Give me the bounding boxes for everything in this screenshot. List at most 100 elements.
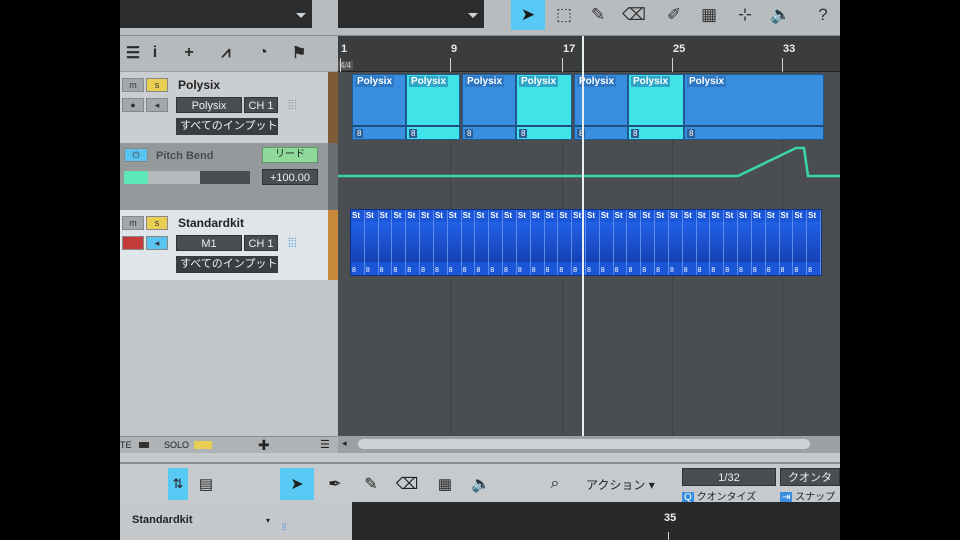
automation-power-icon[interactable]: ⏻ — [124, 148, 148, 162]
scrollbar-thumb[interactable] — [358, 439, 810, 449]
instrument-field[interactable]: M1 — [176, 235, 242, 251]
track-standardkit[interactable]: m s Standardkit ◂ M1 CH 1 ⦙⦙⦙ すべてのインプット — [120, 210, 338, 280]
drum-pattern-cell[interactable]: St 8 — [351, 210, 365, 275]
speaker-tool-icon[interactable]: 🔈 — [764, 0, 798, 30]
drum-pattern-cell[interactable]: St 8 — [793, 210, 808, 275]
drum-pattern-cell[interactable]: St 8 — [724, 210, 739, 275]
top-dropdown-right[interactable] — [338, 0, 484, 28]
mute-tool-icon[interactable]: ▦ — [692, 0, 726, 30]
drum-pattern-cell[interactable]: St 8 — [710, 210, 725, 275]
top-dropdown-left[interactable] — [120, 0, 312, 28]
drum-pattern-cell[interactable]: St 8 — [544, 210, 559, 275]
drum-pattern-cell[interactable]: St 8 — [433, 210, 448, 275]
drum-clip[interactable]: St 8 St 8 St 8 St 8 St 8 St 8 St 8 St 8 St 8 St 8 St 8 St 8 St 8 S… — [350, 209, 822, 276]
track-name[interactable]: Standardkit — [178, 216, 244, 230]
input-select[interactable]: すべてのインプット — [176, 256, 278, 273]
quantize-header[interactable]: クオンタ — [780, 468, 840, 486]
drum-pattern-cell[interactable]: St 8 — [779, 210, 794, 275]
drum-pattern-cell[interactable]: St 8 — [668, 210, 683, 275]
midi-clip[interactable]: Polysix 8 — [406, 74, 461, 140]
snap-button[interactable]: ⇥ スナップ — [780, 488, 835, 503]
monitor-button[interactable]: ◂ — [146, 236, 168, 250]
drum-pattern-cell[interactable]: St 8 — [738, 210, 752, 275]
drum-pattern-cell[interactable]: St 8 — [807, 210, 821, 275]
drum-pattern-cell[interactable]: St 8 — [558, 210, 573, 275]
drum-pattern-cell[interactable]: St 8 — [447, 210, 462, 275]
drum-pattern-cell[interactable]: St 8 — [627, 210, 642, 275]
instrument-field[interactable]: Polysix — [176, 97, 242, 113]
pencil-tool-icon[interactable]: ✎ — [581, 0, 615, 30]
drum-pattern-cell[interactable]: St 8 — [489, 210, 504, 275]
midi-clip[interactable]: Polysix 8 — [352, 74, 407, 140]
drum-pattern-cell[interactable]: St 8 — [364, 210, 379, 275]
scroll-left-icon[interactable]: ◂ — [342, 438, 347, 449]
eraser-tool-icon[interactable]: ⌫ — [392, 468, 422, 500]
drum-pattern-cell[interactable]: St 8 — [406, 210, 421, 275]
menu-icon[interactable]: ☰ — [320, 438, 330, 451]
global-mute-label[interactable]: TE — [120, 440, 132, 450]
timeline-ruler[interactable]: 4/4 1 9 17 25 33 — [338, 36, 840, 72]
split-tool-icon[interactable]: ⊹ — [728, 0, 762, 30]
track-polysix[interactable]: m s Polysix ● ◂ Polysix CH 1 ⦙⦙⦙ すべてのインプ… — [120, 72, 338, 143]
eraser-tool-icon[interactable]: ⌫ — [617, 0, 651, 30]
channel-field[interactable]: CH 1 — [244, 97, 278, 113]
automation-lane-header[interactable]: ⏻ Pitch Bend リード +100.00 — [120, 143, 338, 210]
clock-icon[interactable]: ◔ — [250, 40, 276, 66]
drum-pattern-cell[interactable]: St 8 — [655, 210, 669, 275]
speaker-tool-icon[interactable]: 🔈 — [466, 468, 496, 500]
drum-pattern-cell[interactable]: St 8 — [682, 210, 697, 275]
paint-tool-icon[interactable]: ✐ — [657, 0, 691, 30]
mute-button[interactable]: m — [122, 216, 144, 230]
grid-view-icon[interactable]: ▤ — [194, 468, 218, 500]
editor-ruler[interactable]: 35 — [352, 502, 840, 540]
drum-pattern-cell[interactable]: St 8 — [420, 210, 434, 275]
drum-pattern-cell[interactable]: St 8 — [696, 210, 711, 275]
pen-tool-icon[interactable]: ✒ — [320, 468, 350, 500]
input-select[interactable]: すべてのインプット — [176, 118, 278, 135]
action-menu[interactable]: アクション ▾ — [586, 476, 655, 493]
quantize-value[interactable]: 1/32 — [682, 468, 776, 486]
editor-track-select[interactable]: Standardkit — [132, 514, 193, 526]
range-tool-icon[interactable]: ⬚ — [547, 0, 581, 30]
arrow-tool-icon[interactable]: ➤ — [511, 0, 545, 30]
quantize-button[interactable]: Q クオンタイズ — [682, 488, 756, 503]
drum-pattern-cell[interactable]: St 8 — [613, 210, 628, 275]
drum-pattern-cell[interactable]: St 8 — [751, 210, 766, 275]
playhead[interactable] — [582, 36, 584, 436]
midi-clip[interactable]: Polysix 8 — [684, 74, 825, 140]
sort-icon[interactable]: ⇅ — [168, 468, 188, 500]
info-icon[interactable]: i — [142, 40, 168, 66]
channel-field[interactable]: CH 1 — [244, 235, 278, 251]
midi-clip[interactable]: Polysix 8 — [462, 74, 517, 140]
drum-pattern-cell[interactable]: St 8 — [378, 210, 393, 275]
automation-mode-button[interactable]: リード — [262, 147, 318, 163]
automation-icon[interactable]: ⩘ — [213, 40, 239, 66]
arrange-area[interactable]: Polysix 8 Polysix 8 Polysix 8 Polysix 8 … — [338, 72, 840, 436]
drum-pattern-cell[interactable]: St 8 — [461, 210, 476, 275]
add-icon[interactable]: + — [176, 40, 202, 66]
midi-clip[interactable]: Polysix 8 — [628, 74, 685, 140]
move-icon[interactable]: ✚ — [258, 437, 270, 454]
drum-pattern-cell[interactable]: St 8 — [765, 210, 780, 275]
drum-pattern-cell[interactable]: St 8 — [475, 210, 490, 275]
dropdown-arrow-icon[interactable]: ▾ — [266, 516, 270, 525]
midi-clip[interactable]: Polysix 8 — [516, 74, 573, 140]
help-icon[interactable]: ? — [806, 0, 840, 30]
drum-pattern-cell[interactable]: St 8 — [586, 210, 600, 275]
drum-pattern-cell[interactable]: St 8 — [530, 210, 545, 275]
drum-pattern-cell[interactable]: St 8 — [392, 210, 407, 275]
pitch-bend-curve[interactable] — [338, 142, 840, 209]
automation-slider-handle[interactable] — [124, 171, 148, 184]
drum-pattern-cell[interactable]: St 8 — [516, 210, 531, 275]
search-icon[interactable]: ⌕ — [540, 468, 570, 500]
drum-pattern-cell[interactable]: St 8 — [641, 210, 656, 275]
drum-pattern-cell[interactable]: St 8 — [599, 210, 614, 275]
automation-value[interactable]: +100.00 — [262, 169, 318, 185]
solo-button[interactable]: s — [146, 78, 168, 92]
pencil-tool-icon[interactable]: ✎ — [356, 468, 386, 500]
arrow-tool-icon[interactable]: ➤ — [280, 468, 314, 500]
record-arm-button[interactable] — [122, 236, 144, 250]
track-name[interactable]: Polysix — [178, 78, 220, 92]
solo-button[interactable]: s — [146, 216, 168, 230]
horizontal-scrollbar[interactable]: ◂ — [338, 436, 840, 453]
